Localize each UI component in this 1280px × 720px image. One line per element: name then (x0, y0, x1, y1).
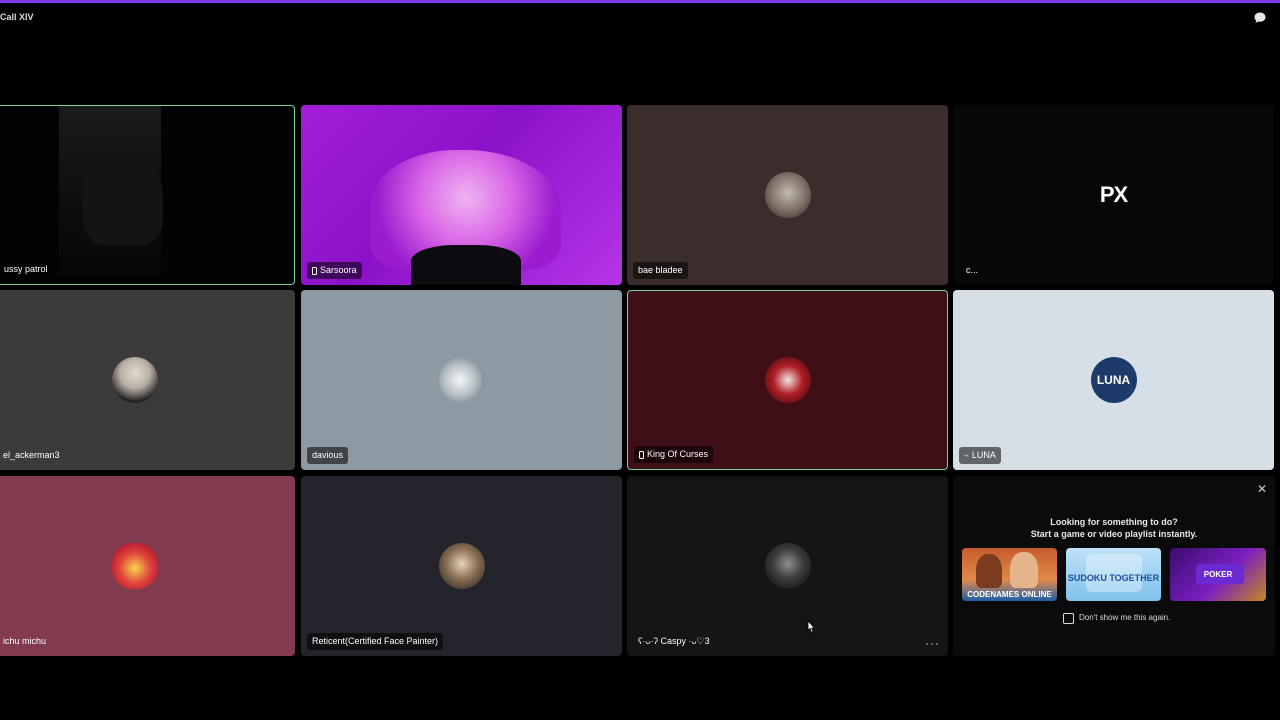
activity-suggestion-panel: ✕ Looking for something to do? Start a g… (953, 476, 1275, 656)
card-art (976, 554, 1002, 588)
participant-name: c... (966, 265, 979, 275)
close-icon[interactable]: ✕ (1257, 482, 1267, 496)
muted-icon: ⌁ (964, 451, 969, 460)
participant-name: ʕ·ᴗ·ʔ Caspy ·ᴗ♡3 (638, 636, 710, 646)
video-feed (83, 156, 163, 246)
more-options-icon[interactable]: ··· (925, 637, 940, 649)
participant-name: el_ackerman3 (3, 450, 60, 460)
avatar (764, 543, 811, 589)
activity-heading: Looking for something to do? (1050, 517, 1178, 527)
participant-tile[interactable]: bae bladee (627, 105, 948, 285)
avatar (111, 357, 158, 403)
participant-name: ussy patrol (4, 264, 48, 274)
avatar (438, 543, 485, 589)
px-logo-icon: PX (1099, 182, 1128, 207)
participant-tile[interactable]: Reticent(Certified Face Painter) (301, 476, 622, 656)
participant-name: King Of Curses (634, 446, 714, 463)
chat-icon[interactable] (1253, 11, 1267, 25)
phone-icon (312, 266, 317, 275)
card-label: CODENAMES ONLINE (967, 590, 1052, 599)
avatar (111, 543, 158, 589)
card-label: POKER (1203, 570, 1233, 579)
dont-show-checkbox[interactable] (1063, 613, 1074, 624)
participant-name: Reticent(Certified Face Painter) (307, 633, 444, 650)
participant-name: bae bladee (633, 262, 688, 279)
sudoku-activity-card[interactable]: SUDOKU TOGETHER (1066, 548, 1161, 601)
accent-bar (0, 0, 1280, 3)
poker-activity-card[interactable]: POKER (1170, 548, 1266, 601)
avatar (764, 172, 811, 218)
call-title: Call XIV (0, 12, 34, 22)
participant-tile[interactable]: ichu michu (0, 476, 295, 656)
video-feed (411, 245, 521, 285)
participant-tile[interactable]: ussy patrol (0, 105, 295, 285)
avatar (438, 357, 485, 403)
codenames-activity-card[interactable]: CODENAMES ONLINE (962, 548, 1057, 601)
participant-tile[interactable]: King Of Curses (627, 290, 948, 470)
participant-tile[interactable]: PX c... (953, 105, 1274, 285)
mouse-cursor-icon (807, 620, 816, 634)
participant-tile[interactable]: davious (301, 290, 622, 470)
participant-tile[interactable]: LUNA ⌁ LUNA (953, 290, 1274, 470)
participant-name: ichu michu (3, 636, 47, 646)
participant-name: davious (307, 447, 349, 464)
participant-name: ⌁ LUNA (959, 447, 1001, 464)
phone-icon (639, 450, 644, 459)
avatar (764, 357, 811, 403)
participant-tile[interactable]: ʕ·ᴗ·ʔ Caspy ·ᴗ♡3 ··· (627, 476, 948, 656)
participant-tile[interactable]: el_ackerman3 (0, 290, 295, 470)
dont-show-label: Don't show me this again. (1079, 613, 1171, 622)
card-art (1010, 552, 1038, 588)
card-label: SUDOKU TOGETHER (1067, 573, 1160, 583)
luna-logo-icon: LUNA (1090, 357, 1137, 403)
participant-name: Sarsoora (307, 262, 362, 279)
activity-subheading: Start a game or video playlist instantly… (1030, 529, 1198, 539)
participant-tile[interactable]: Sarsoora (301, 105, 622, 285)
